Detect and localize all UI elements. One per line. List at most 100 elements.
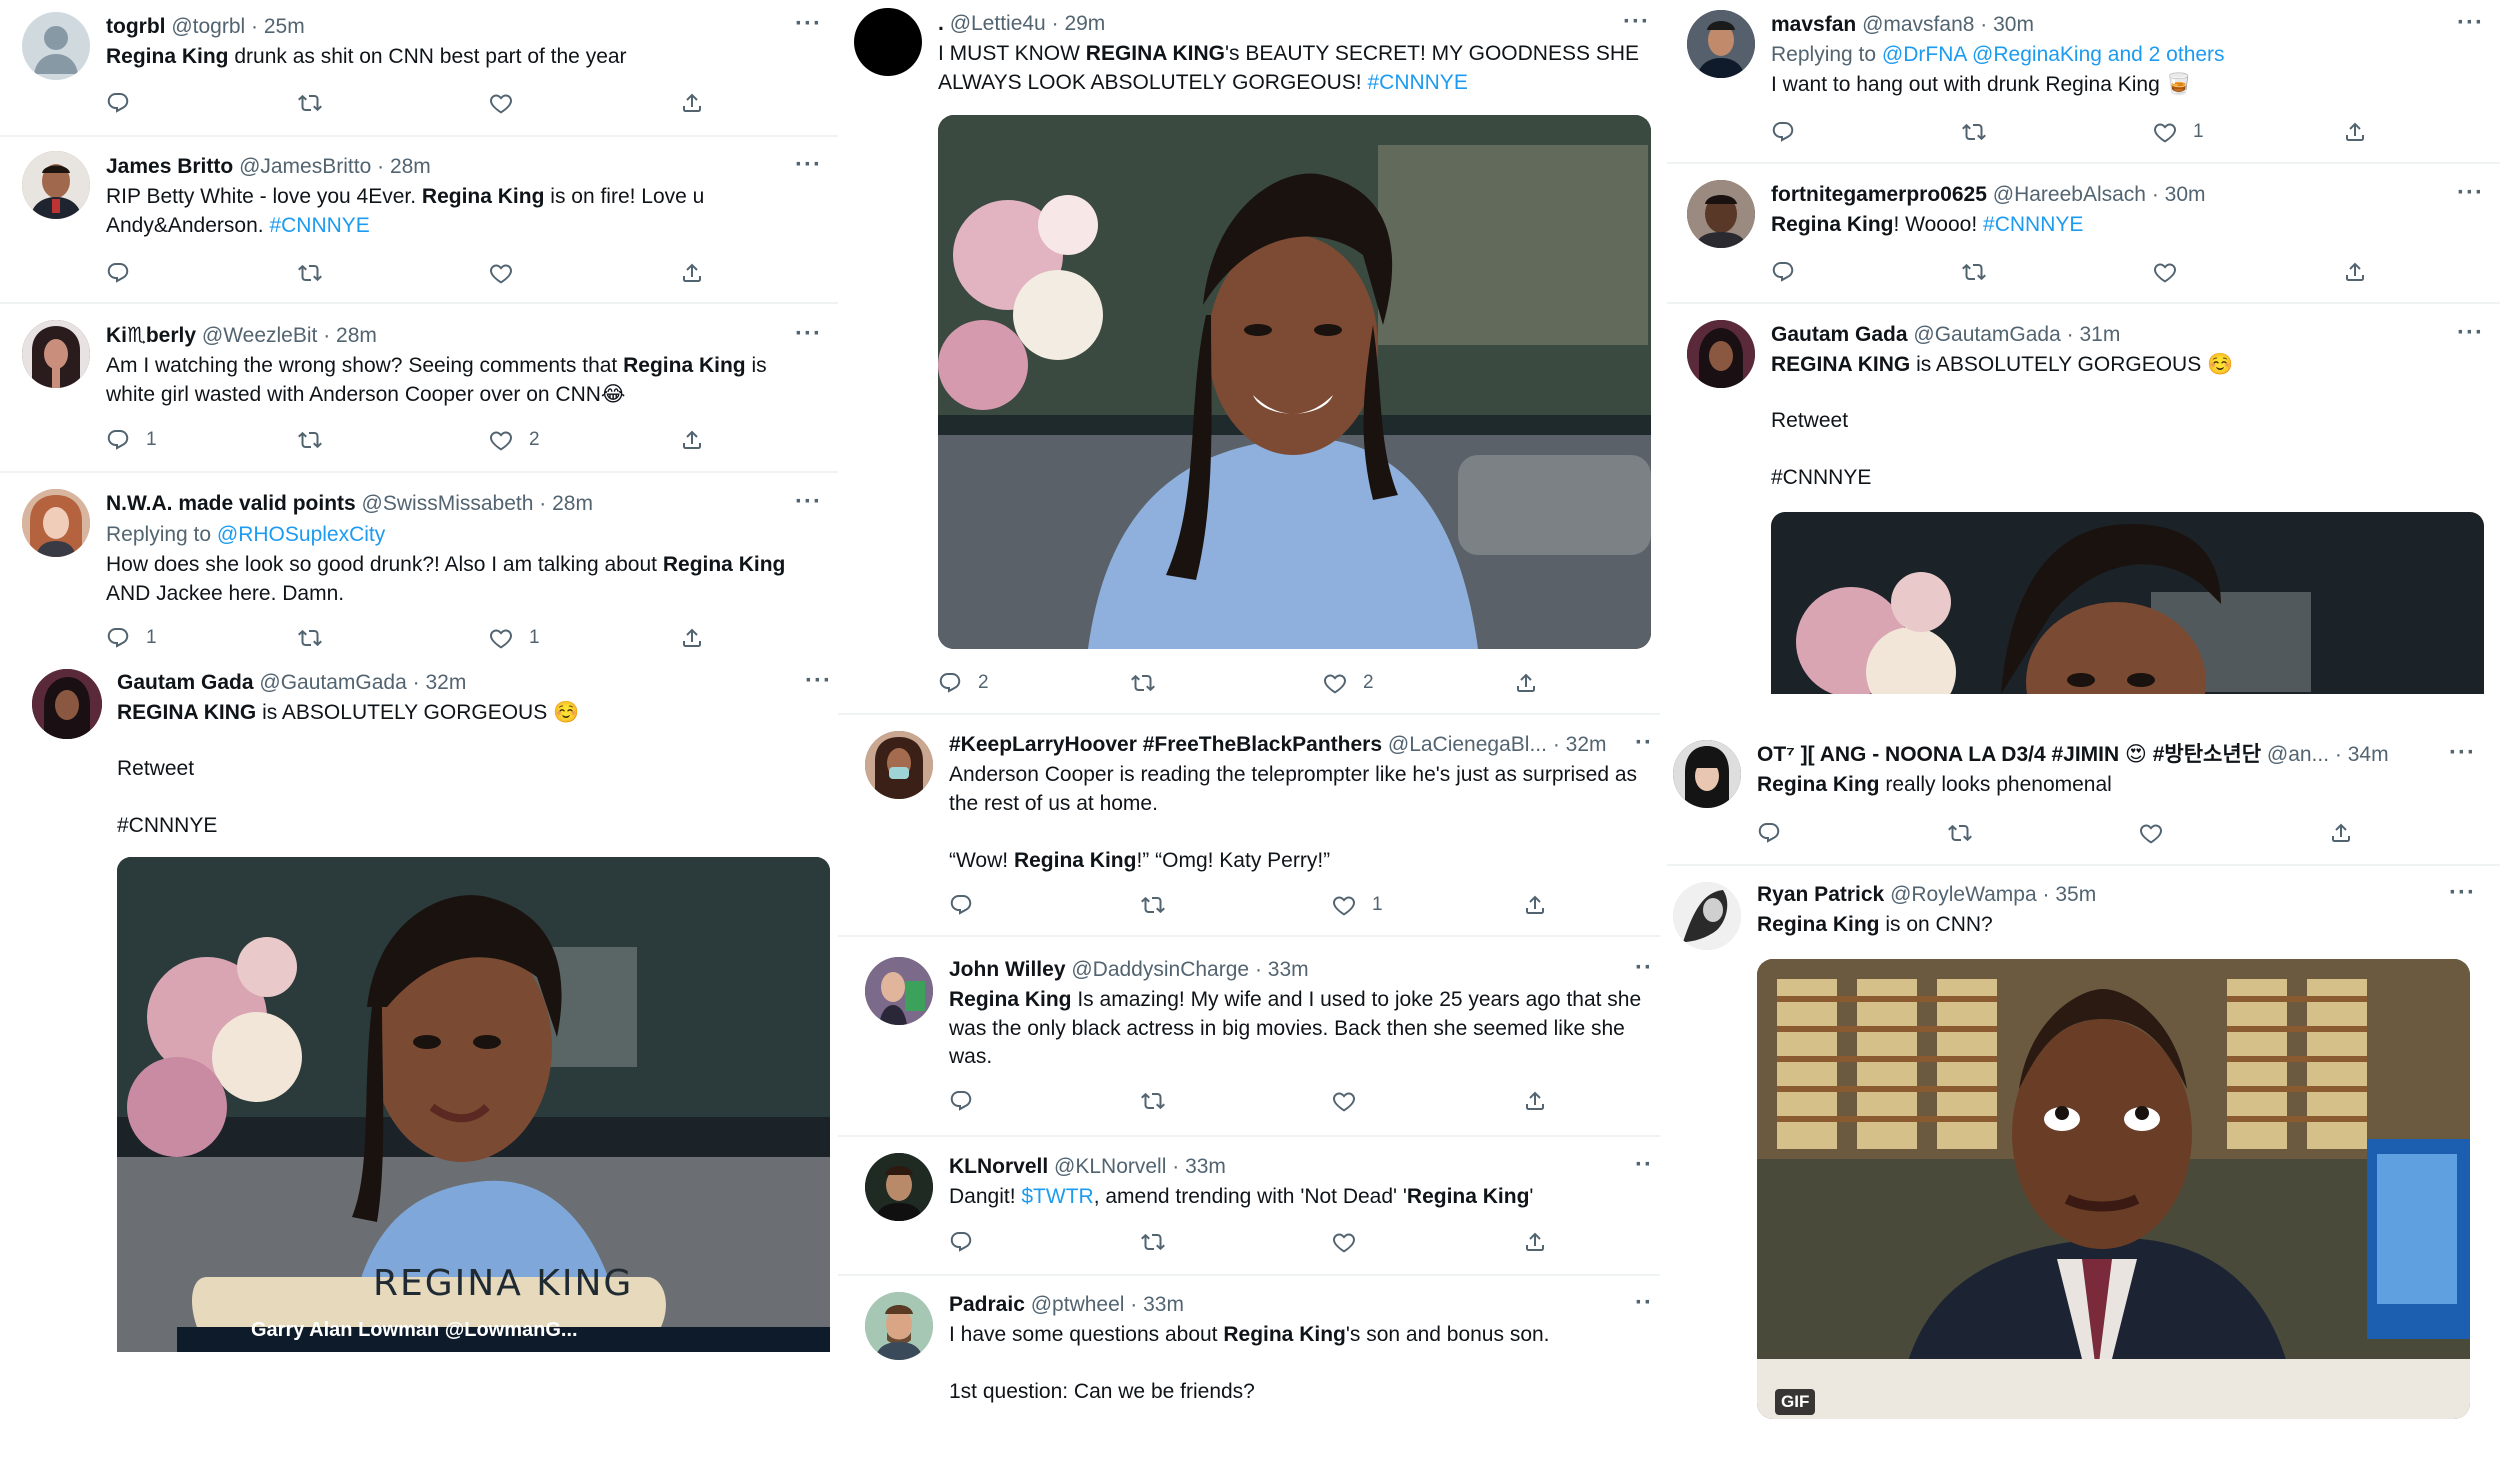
more-icon[interactable]: ··· (2457, 181, 2484, 205)
user-handle[interactable]: @DaddysinCharge (1071, 958, 1249, 981)
user-handle[interactable]: @GautamGada (259, 671, 406, 694)
share-button[interactable] (680, 88, 704, 118)
hashtag-link[interactable]: #CNNNYE (1367, 71, 1467, 94)
more-icon[interactable]: ··· (795, 153, 822, 177)
tweet-lettie4u[interactable]: . @Lettie4u · 29m ··· I MUST KNOW REGINA… (845, 0, 1665, 715)
avatar[interactable] (865, 1292, 933, 1360)
avatar[interactable] (865, 1153, 933, 1221)
share-button[interactable] (1523, 1086, 1547, 1116)
user-handle[interactable]: @WeezleBit (202, 324, 317, 347)
like-button[interactable]: 1 (489, 623, 540, 653)
more-icon[interactable]: ··· (2457, 321, 2484, 345)
tweet-gif[interactable]: GIF (1757, 959, 2470, 1419)
like-button[interactable]: 2 (1323, 668, 1374, 698)
tweet-gautamgada-1[interactable]: Gautam Gada @GautamGada · 32m ··· REGINA… (0, 663, 840, 1363)
user-handle[interactable]: @GautamGada (1913, 323, 2060, 346)
tweet-lacienegabl[interactable]: #KeepLarryHoover #FreeTheBlackPanthers @… (845, 715, 1665, 935)
reply-button[interactable]: 1 (106, 623, 157, 653)
tweet-swissmissabeth[interactable]: N.W.A. made valid points @SwissMissabeth… (0, 473, 838, 663)
retweet-button[interactable] (298, 623, 322, 653)
timestamp[interactable]: 28m (390, 155, 431, 178)
display-name[interactable]: #KeepLarryHoover #FreeTheBlackPanthers (949, 733, 1382, 756)
timestamp[interactable]: 33m (1143, 1293, 1184, 1316)
retweet-button[interactable] (1141, 1227, 1165, 1257)
avatar[interactable] (22, 320, 90, 388)
share-button[interactable] (1523, 1227, 1547, 1257)
like-button[interactable] (2153, 257, 2177, 287)
like-button[interactable]: 1 (1332, 890, 1383, 920)
retweet-button[interactable] (298, 425, 322, 455)
tweet-ot7-jimin[interactable]: OT⁷ ][ ANG - NOONA LA D3/4 #JIMIN 😍 #방탄소… (1667, 726, 2500, 866)
display-name[interactable]: Gautam Gada (1771, 323, 1908, 346)
like-button[interactable]: 1 (2153, 117, 2204, 147)
display-name[interactable]: Gautam Gada (117, 671, 254, 694)
retweet-button[interactable] (1962, 257, 1986, 287)
more-icon[interactable]: ··· (2449, 741, 2476, 765)
display-name[interactable]: . (938, 12, 944, 35)
timestamp[interactable]: 33m (1185, 1155, 1226, 1178)
avatar[interactable] (1687, 320, 1755, 388)
share-button[interactable] (2329, 818, 2353, 848)
tweet-gautamgada-2[interactable]: Gautam Gada @GautamGada · 31m ··· REGINA… (1667, 304, 2500, 694)
retweet-button[interactable] (298, 258, 322, 288)
tweet-roylewampa[interactable]: Ryan Patrick @RoyleWampa · 35m ··· Regin… (1667, 866, 2500, 1426)
display-name[interactable]: John Willey (949, 958, 1066, 981)
tweet-togrbl[interactable]: togrbl @togrbl · 25m ··· Regina King dru… (0, 0, 838, 135)
timestamp[interactable]: 30m (1993, 13, 2034, 36)
display-name[interactable]: mavsfan (1771, 13, 1856, 36)
like-button[interactable] (489, 88, 513, 118)
mention-link[interactable]: @DrFNA @ReginaKing and 2 others (1882, 43, 2225, 66)
more-icon[interactable]: ·· (1635, 1291, 1653, 1315)
timestamp[interactable]: 33m (1268, 958, 1309, 981)
user-handle[interactable]: @an... (2267, 743, 2329, 766)
avatar[interactable] (22, 489, 90, 557)
timestamp[interactable]: 28m (336, 324, 377, 347)
tweet-photo[interactable] (938, 115, 1651, 649)
retweet-button[interactable] (1141, 1086, 1165, 1116)
timestamp[interactable]: 34m (2348, 743, 2389, 766)
share-button[interactable] (2343, 117, 2367, 147)
avatar[interactable] (22, 151, 90, 219)
timestamp[interactable]: 32m (425, 671, 466, 694)
reply-button[interactable]: 1 (106, 425, 157, 455)
more-icon[interactable]: ·· (1635, 1153, 1653, 1177)
share-button[interactable] (680, 623, 704, 653)
retweet-button[interactable] (1962, 117, 1986, 147)
reply-button[interactable] (949, 890, 973, 920)
like-button[interactable] (1332, 1086, 1356, 1116)
user-handle[interactable]: @Lettie4u (950, 12, 1046, 35)
more-icon[interactable]: ··· (795, 490, 822, 514)
display-name[interactable]: fortnitegamerpro0625 (1771, 183, 1987, 206)
hashtag-link[interactable]: #CNNNYE (1771, 464, 1871, 493)
user-handle[interactable]: @togrbl (171, 15, 245, 38)
display-name[interactable]: Padraic (949, 1293, 1025, 1316)
share-button[interactable] (680, 258, 704, 288)
avatar[interactable] (32, 669, 102, 739)
avatar[interactable] (22, 12, 90, 80)
more-icon[interactable]: ·· (1635, 956, 1653, 980)
user-handle[interactable]: @ptwheel (1031, 1293, 1125, 1316)
avatar[interactable] (854, 8, 922, 76)
reply-button[interactable] (949, 1227, 973, 1257)
timestamp[interactable]: 29m (1064, 12, 1105, 35)
like-button[interactable] (489, 258, 513, 288)
more-icon[interactable]: ··· (795, 322, 822, 346)
hashtag-link[interactable]: #CNNNYE (269, 214, 369, 237)
user-handle[interactable]: @KLNorvell (1054, 1155, 1166, 1178)
share-button[interactable] (2343, 257, 2367, 287)
display-name[interactable]: Ki♏berly (106, 324, 196, 347)
tweet-jamesbritto[interactable]: James Britto @JamesBritto · 28m ··· RIP … (0, 137, 838, 302)
retweet-button[interactable] (1131, 668, 1155, 698)
reply-button[interactable] (106, 88, 130, 118)
more-icon[interactable]: ··· (805, 669, 832, 693)
retweet-button[interactable] (1948, 818, 1972, 848)
user-handle[interactable]: @mavsfan8 (1862, 13, 1974, 36)
cashtag-link[interactable]: $TWTR (1021, 1185, 1093, 1208)
timestamp[interactable]: 30m (2165, 183, 2206, 206)
tweet-mavsfan8[interactable]: mavsfan @mavsfan8 · 30m ··· Replying to … (1667, 0, 2500, 162)
retweet-button[interactable] (1141, 890, 1165, 920)
timestamp[interactable]: 32m (1566, 733, 1607, 756)
user-handle[interactable]: @SwissMissabeth (362, 492, 534, 515)
reply-button[interactable] (949, 1086, 973, 1116)
share-button[interactable] (1514, 668, 1538, 698)
